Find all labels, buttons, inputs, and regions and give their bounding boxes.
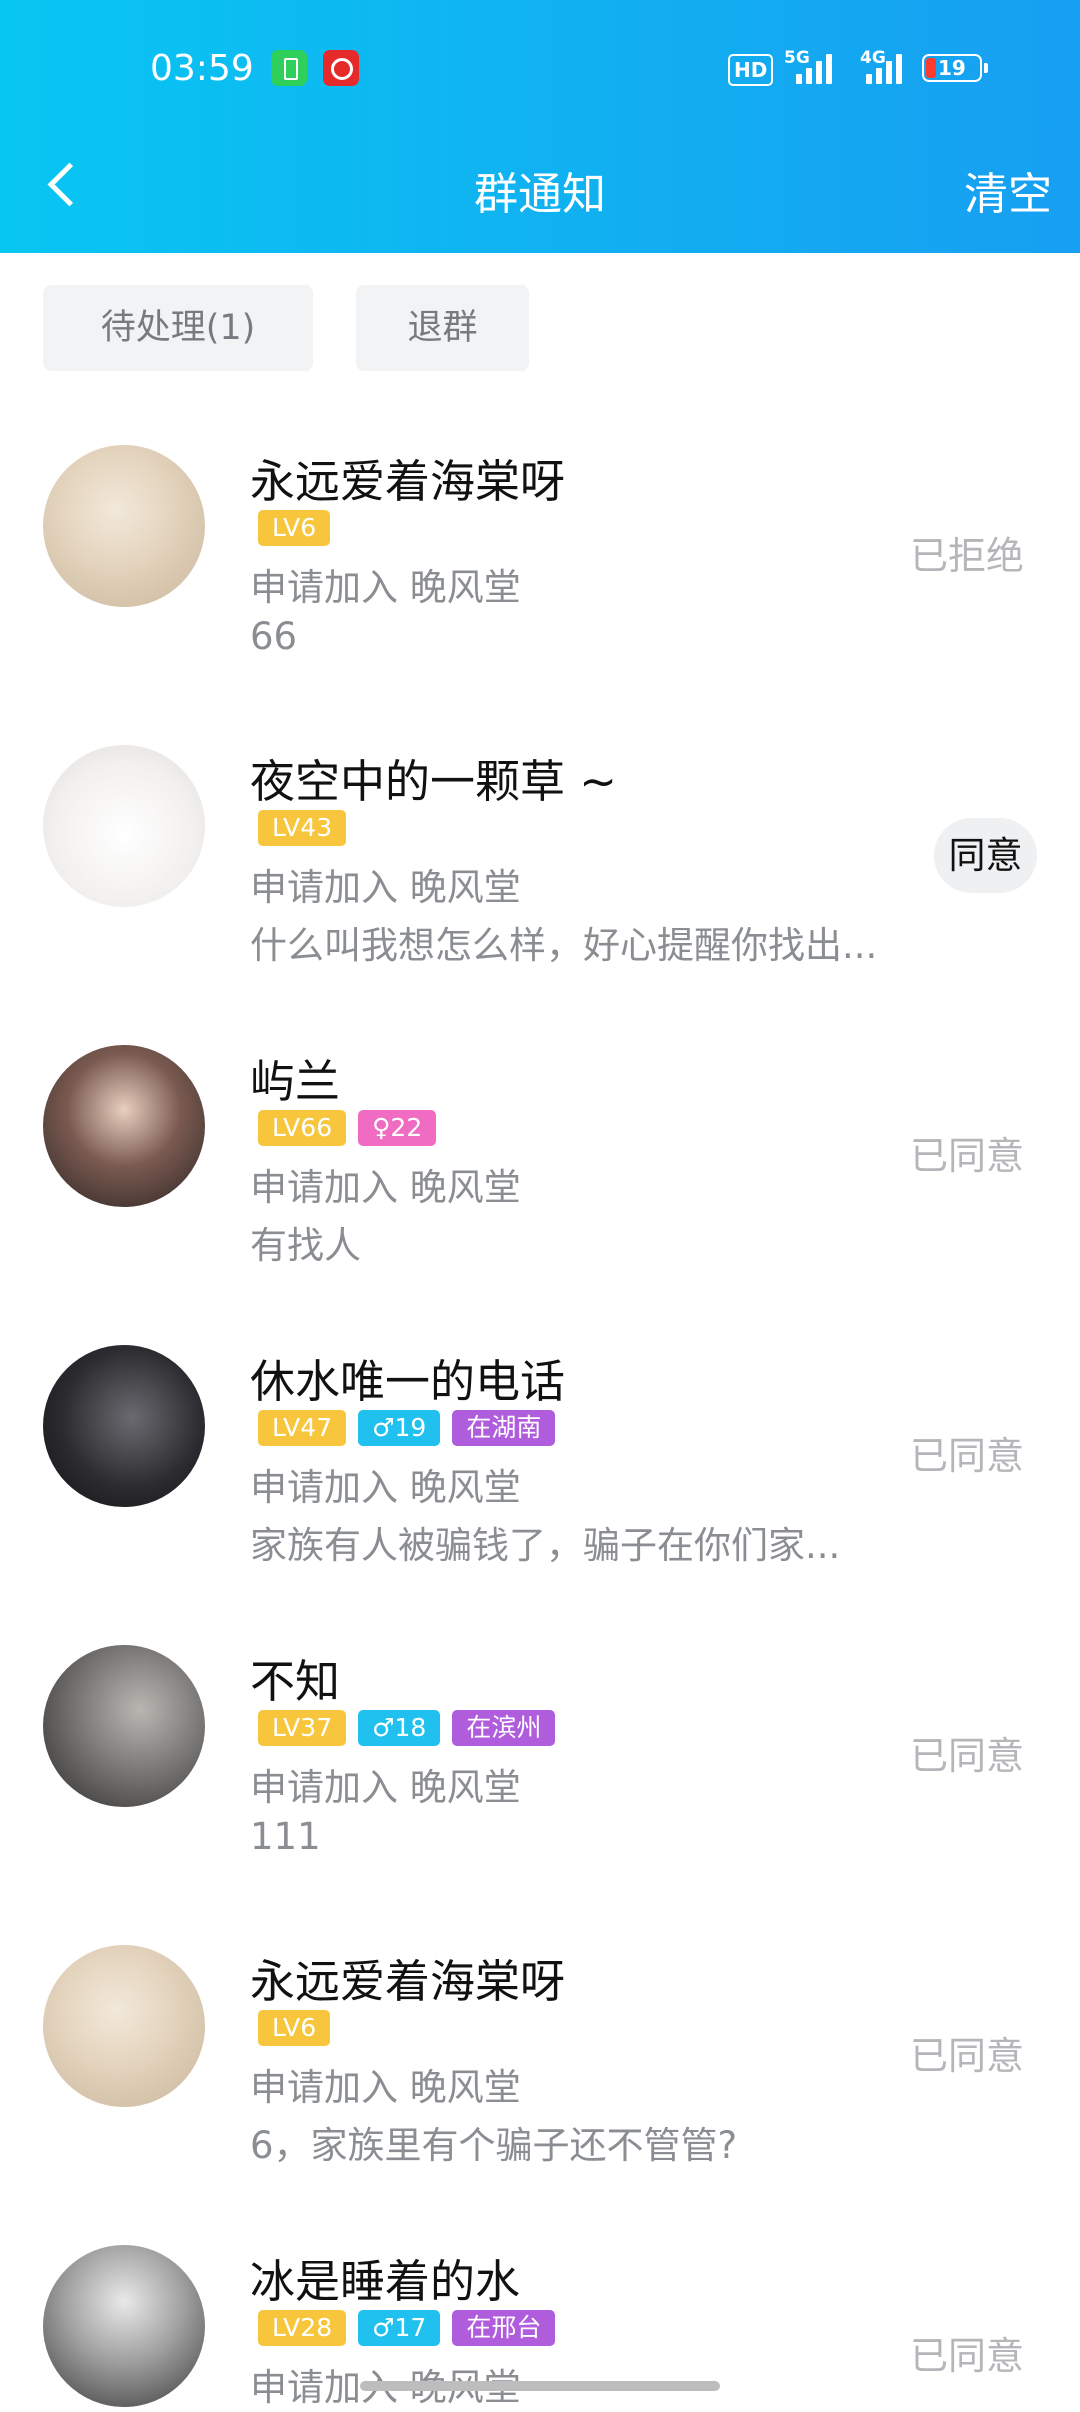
status-label: 已同意 [909,2334,1024,2378]
avatar[interactable] [43,2245,205,2407]
level-badge: LV43 [258,810,347,846]
home-indicator[interactable] [360,2381,720,2391]
list-item[interactable]: 屿兰 LV66 ♀22 申请加入 晚风堂 有找人 已同意 [0,1005,1080,1305]
avatar[interactable] [43,1345,205,1507]
battery-percent: 19 [938,56,966,80]
level-badge: LV47 [258,1410,347,1446]
location-badge: 在邢台 [452,2310,556,2346]
location-badge: 在湖南 [452,1410,556,1446]
status-time: 03:59 [150,48,254,89]
battery-level-fill [926,58,936,78]
request-text: 申请加入 晚风堂 [250,1466,521,1509]
gender-age-badge: ♂18 [358,1710,441,1746]
user-name: 不知 [250,1655,341,1708]
user-name: 冰是睡着的水 [250,2255,521,2308]
page-title: 群通知 [474,169,606,220]
battery-cap [984,63,988,73]
tab-pending[interactable]: 待处理(1) [43,285,313,371]
list-item[interactable]: 夜空中的一颗草 ~ LV43 申请加入 晚风堂 什么叫我想怎么样，好心提醒你找出… [0,705,1080,1005]
battery-saver-icon [271,50,307,86]
battery-icon: 19 [922,54,982,82]
hd-voice-icon: HD [728,54,774,86]
level-badge: LV66 [258,1110,347,1146]
list-item[interactable]: 不知 LV37 ♂18 在滨州 申请加入 晚风堂 111 已同意 [0,1605,1080,1905]
status-label: 已同意 [909,1434,1024,1478]
gender-age-badge: ♀22 [358,1110,437,1146]
user-name: 屿兰 [250,1055,341,1108]
agree-button[interactable]: 同意 [934,818,1037,893]
user-name: 夜空中的一颗草 ~ [250,755,618,808]
tab-quit-group[interactable]: 退群 [356,285,529,371]
user-tags: LV6 [258,2010,331,2046]
avatar[interactable] [43,445,205,607]
request-text: 申请加入 晚风堂 [250,566,521,609]
user-tags: LV37 ♂18 在滨州 [258,1710,556,1746]
header-bar: 03:59 HD 5G 4G 19 群通知 清空 [0,0,1080,253]
user-tags: LV66 ♀22 [258,1110,437,1146]
level-badge: LV37 [258,1710,347,1746]
level-badge: LV6 [258,2010,331,2046]
request-text: 申请加入 晚风堂 [250,1166,521,1209]
group-notifications-screen: 03:59 HD 5G 4G 19 群通知 清空 待处理(1) 退群 永远爱着海… [0,0,1080,2412]
request-message: 111 [250,1815,321,1858]
level-badge: LV28 [258,2310,347,2346]
location-badge: 在滨州 [452,1710,556,1746]
list-item[interactable]: 永远爱着海棠呀 LV6 申请加入 晚风堂 66 已拒绝 [0,405,1080,705]
avatar[interactable] [43,1945,205,2107]
request-message: 6，家族里有个骗子还不管管? [250,2124,738,2167]
avatar[interactable] [43,745,205,907]
user-tags: LV47 ♂19 在湖南 [258,1410,556,1446]
avatar[interactable] [43,1645,205,1807]
request-message: 什么叫我想怎么样，好心提醒你找出... [250,924,878,967]
netease-music-icon [323,50,359,86]
request-message: 66 [250,615,298,658]
user-tags: LV43 [258,810,347,846]
avatar[interactable] [43,1045,205,1207]
status-label: 已同意 [909,2034,1024,2078]
user-tags: LV28 ♂17 在邢台 [258,2310,556,2346]
status-label: 已拒绝 [909,534,1024,578]
signal-4g-icon [866,54,902,84]
user-name: 永远爱着海棠呀 [250,455,566,508]
user-name: 休水唯一的电话 [250,1355,566,1408]
status-label: 已同意 [909,1134,1024,1178]
signal-5g-icon [796,54,832,84]
request-text: 申请加入 晚风堂 [250,2066,521,2109]
list-item[interactable]: 永远爱着海棠呀 LV6 申请加入 晚风堂 6，家族里有个骗子还不管管? 已同意 [0,1905,1080,2205]
user-name: 永远爱着海棠呀 [250,1955,566,2008]
list-item[interactable]: 休水唯一的电话 LV47 ♂19 在湖南 申请加入 晚风堂 家族有人被骗钱了，骗… [0,1305,1080,1605]
status-label: 已同意 [909,1734,1024,1778]
clear-button[interactable]: 清空 [964,158,1052,222]
request-text: 申请加入 晚风堂 [250,866,521,909]
gender-age-badge: ♂19 [358,1410,441,1446]
request-message: 有找人 [250,1224,361,1267]
user-tags: LV6 [258,510,331,546]
request-message: 家族有人被骗钱了，骗子在你们家... [250,1524,841,1567]
request-text: 申请加入 晚风堂 [250,1766,521,1809]
level-badge: LV6 [258,510,331,546]
gender-age-badge: ♂17 [358,2310,441,2346]
